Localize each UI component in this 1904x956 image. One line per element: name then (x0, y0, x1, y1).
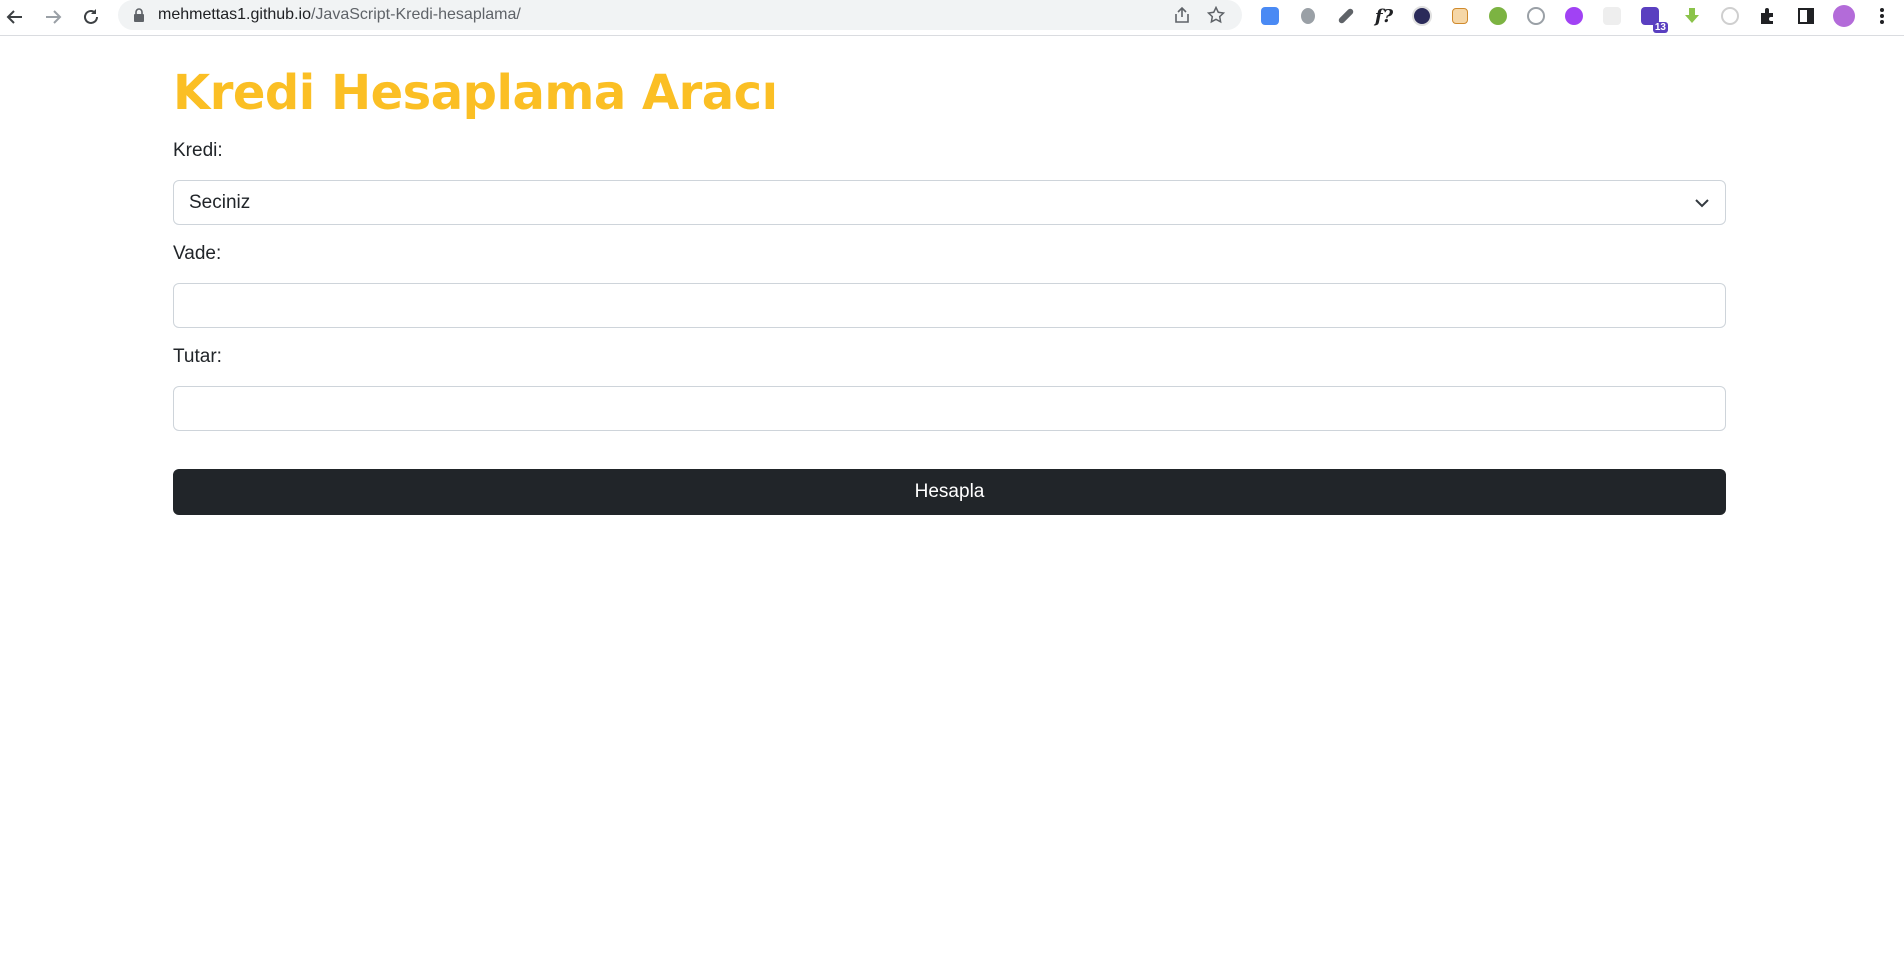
url-text[interactable]: mehmettas1.github.io/JavaScript-Kredi-he… (158, 6, 521, 24)
notes-extension-icon[interactable] (1448, 4, 1472, 28)
extensions-button[interactable] (1756, 4, 1780, 28)
kredi-select-value: Seciniz (189, 192, 251, 213)
reload-icon (84, 9, 98, 24)
kredi-label: Kredi: (173, 140, 223, 161)
vade-label: Vade: (173, 243, 222, 264)
arrow-left-icon (6, 10, 22, 24)
forward-button[interactable] (38, 2, 68, 32)
browser-toolbar: mehmettas1.github.io/JavaScript-Kredi-he… (0, 0, 1904, 36)
timer-extension-icon[interactable] (1718, 4, 1742, 28)
download-extension-icon[interactable] (1680, 4, 1704, 28)
puzzle-icon (1761, 8, 1773, 24)
bookmark-button[interactable] (1204, 3, 1228, 27)
font-finder-extension-icon[interactable]: f? (1372, 4, 1396, 28)
translate-extension-icon[interactable] (1258, 4, 1282, 28)
tutar-label: Tutar: (173, 346, 222, 367)
kredi-select[interactable]: Seciniz (173, 180, 1726, 225)
compass-extension-icon[interactable] (1524, 4, 1548, 28)
bug-extension-icon[interactable] (1296, 4, 1320, 28)
vade-input[interactable] (173, 283, 1726, 328)
address-bar[interactable]: mehmettas1.github.io/JavaScript-Kredi-he… (118, 0, 1242, 30)
lock-icon[interactable] (132, 8, 146, 22)
url-path: /JavaScript-Kredi-hesaplama/ (310, 6, 521, 23)
eyedropper-extension-icon[interactable] (1334, 4, 1358, 28)
url-host: mehmettas1.github.io (158, 6, 311, 23)
back-button[interactable] (0, 2, 30, 32)
page-container: Kredi Hesaplama Aracı Kredi: Seciniz Vad… (173, 36, 1726, 515)
page-title: Kredi Hesaplama Aracı (173, 65, 778, 121)
chevron-down-icon (1695, 199, 1709, 208)
extension-badge: 13 (1652, 22, 1668, 33)
tutar-input[interactable] (173, 386, 1726, 431)
side-panel-icon (1798, 8, 1814, 24)
profile-avatar[interactable] (1832, 4, 1856, 28)
star-icon (1207, 6, 1225, 24)
browser-menu-button[interactable] (1870, 4, 1894, 28)
grid-extension-icon[interactable] (1600, 4, 1624, 28)
avatar-extension-icon[interactable] (1410, 4, 1434, 28)
download-arrow-icon (1685, 8, 1699, 23)
side-panel-button[interactable] (1794, 4, 1818, 28)
hesapla-button[interactable]: Hesapla (173, 469, 1726, 515)
purple-extension-icon[interactable] (1562, 4, 1586, 28)
academy-extension-icon[interactable]: 13 (1638, 4, 1668, 33)
reload-button[interactable] (76, 2, 106, 32)
html-tree-extension-icon[interactable] (1486, 4, 1510, 28)
share-icon (1175, 6, 1189, 23)
arrow-right-icon (46, 10, 62, 24)
share-button[interactable] (1170, 3, 1194, 27)
kebab-menu-icon (1880, 8, 1884, 24)
